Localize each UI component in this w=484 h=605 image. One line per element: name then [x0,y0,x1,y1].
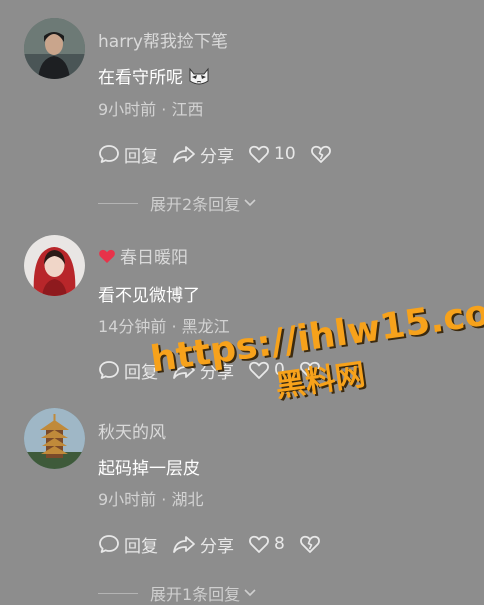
share-button[interactable]: 分享 [172,358,234,383]
heart-outline-icon [249,361,269,379]
reply-icon [99,535,119,553]
chevron-down-icon [244,589,256,597]
comment-actions: 回复 分享 0 [98,358,339,383]
reply-button[interactable]: 回复 [98,358,158,383]
chevron-down-icon [244,199,256,207]
broken-heart-icon [299,361,320,379]
divider-line [98,202,138,204]
share-button[interactable]: 分享 [172,532,234,557]
username[interactable]: 春日暖阳 [98,243,188,268]
comment-text-label: 在看守所呢 [98,68,183,88]
dislike-button[interactable] [310,144,336,164]
comment-text: 起码掉一层皮 [98,459,200,479]
comment-actions: 回复 分享 8 [98,532,339,557]
divider-line [98,592,138,594]
comment-text: 看不见微博了 [98,286,200,306]
expand-replies-label: 展开2条回复 [150,195,241,214]
username[interactable]: harry帮我捡下笔 [98,27,228,52]
like-count: 10 [274,144,296,164]
heart-icon [99,249,115,263]
cat-emoji-icon [187,65,211,87]
avatar[interactable] [24,408,85,469]
share-icon [173,362,195,379]
comment-meta: 9小时前 · 湖北 [98,490,204,509]
comment-meta: 9小时前 · 江西 [98,100,204,119]
share-icon [173,536,195,553]
broken-heart-icon [299,535,320,553]
broken-heart-icon [310,145,331,163]
expand-replies-label: 展开1条回复 [150,585,241,604]
avatar[interactable] [24,235,85,296]
heart-outline-icon [249,535,269,553]
expand-replies-button[interactable]: 展开2条回复 [98,191,257,215]
reply-icon [99,361,119,379]
comment-meta: 14分钟前 · 黑龙江 [98,317,230,336]
share-label: 分享 [200,536,234,557]
dislike-button[interactable] [299,534,325,554]
reply-button[interactable]: 回复 [98,532,158,557]
comment-actions: 回复 分享 10 [98,142,350,167]
like-count: 0 [274,360,285,380]
like-button[interactable]: 10 [248,144,296,164]
reply-label: 回复 [124,536,158,557]
like-count: 8 [274,534,285,554]
username-label: 春日暖阳 [120,248,188,268]
expand-replies-button[interactable]: 展开1条回复 [98,581,257,605]
reply-label: 回复 [124,146,158,167]
like-button[interactable]: 0 [248,360,285,380]
username[interactable]: 秋天的风 [98,418,166,443]
share-icon [173,146,195,163]
reply-button[interactable]: 回复 [98,142,158,167]
reply-label: 回复 [124,362,158,383]
reply-icon [99,145,119,163]
share-label: 分享 [200,146,234,167]
comment-text: 在看守所呢 [98,63,211,88]
avatar[interactable] [24,18,85,79]
share-button[interactable]: 分享 [172,142,234,167]
dislike-button[interactable] [299,360,325,380]
share-label: 分享 [200,362,234,383]
like-button[interactable]: 8 [248,534,285,554]
heart-outline-icon [249,145,269,163]
